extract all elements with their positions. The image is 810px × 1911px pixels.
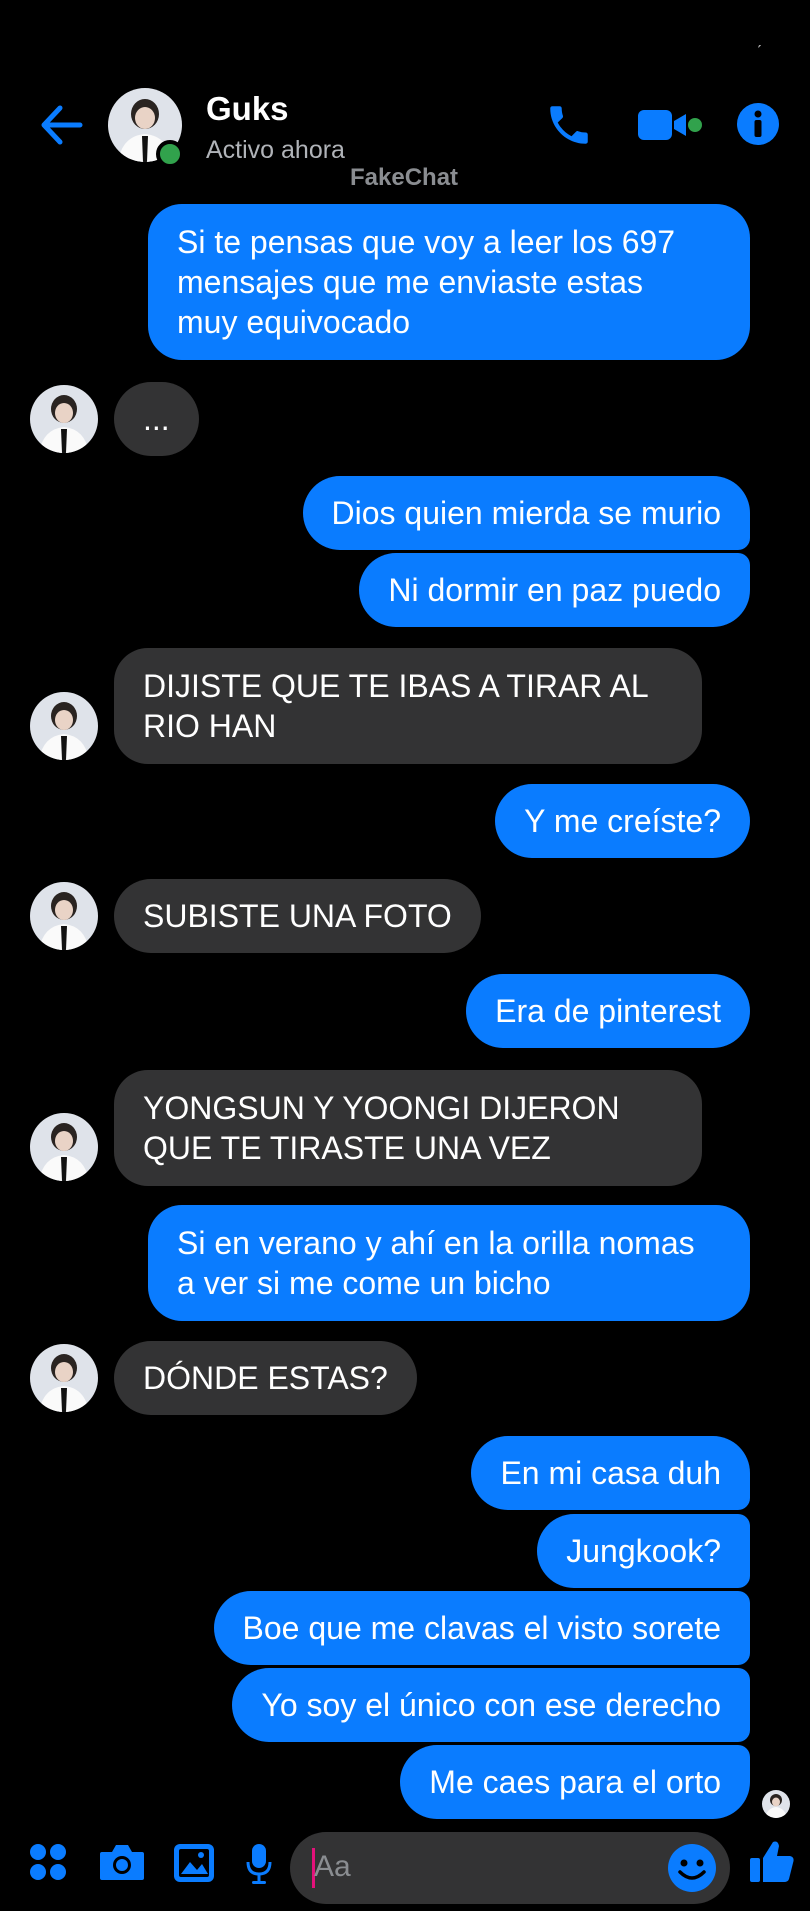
watermark: FakeChat (350, 164, 459, 191)
status-bar-mark: ˏ (756, 28, 762, 48)
contact-name[interactable]: Guks (206, 90, 289, 128)
thumbs-up-icon[interactable] (748, 1838, 796, 1886)
message-bubble[interactable]: Dios quien mierda se murio (302, 476, 750, 550)
camera-icon[interactable] (98, 1842, 146, 1882)
message-bubble[interactable]: Me caes para el orto (400, 1745, 750, 1819)
contact-avatar-small (30, 692, 98, 760)
video-camera-icon[interactable] (636, 106, 702, 144)
message-bubble[interactable]: ... (114, 382, 199, 456)
message-bubble[interactable]: Boe que me clavas el visto sorete (213, 1591, 750, 1665)
contact-status: Activo ahora (206, 136, 345, 164)
microphone-icon[interactable] (246, 1842, 272, 1886)
back-arrow-icon[interactable] (38, 102, 84, 148)
message-bubble[interactable]: Era de pinterest (466, 974, 750, 1048)
menu-grid-icon[interactable] (28, 1842, 68, 1882)
message-input[interactable]: Aa (290, 1832, 730, 1904)
message-bubble[interactable]: En mi casa duh (471, 1436, 750, 1510)
online-indicator (156, 140, 184, 168)
contact-avatar-small (30, 882, 98, 950)
message-bubble[interactable]: Si en verano y ahí en la orilla nomas a … (148, 1205, 750, 1321)
message-bubble[interactable]: YONGSUN Y YOONGI DIJERON QUE TE TIRASTE … (114, 1070, 702, 1186)
message-input-placeholder: Aa (314, 1850, 351, 1883)
contact-avatar-small (30, 385, 98, 453)
phone-icon[interactable] (544, 100, 594, 150)
message-bubble[interactable]: Yo soy el único con ese derecho (232, 1668, 750, 1742)
contact-avatar-small (30, 1113, 98, 1181)
message-bubble[interactable]: Jungkook? (537, 1514, 750, 1588)
gallery-icon[interactable] (172, 1842, 216, 1884)
read-receipt-avatar (762, 1790, 790, 1818)
message-bubble[interactable]: Si te pensas que voy a leer los 697 mens… (148, 204, 750, 360)
message-bubble[interactable]: Ni dormir en paz puedo (359, 553, 750, 627)
contact-avatar-small (30, 1344, 98, 1412)
info-icon[interactable] (736, 102, 780, 146)
message-bubble[interactable]: DIJISTE QUE TE IBAS A TIRAR AL RIO HAN (114, 648, 702, 764)
message-bubble[interactable]: DÓNDE ESTAS? (114, 1341, 417, 1415)
message-bubble[interactable]: SUBISTE UNA FOTO (114, 879, 481, 953)
emoji-icon[interactable] (666, 1842, 718, 1894)
message-bubble[interactable]: Y me creíste? (495, 784, 750, 858)
